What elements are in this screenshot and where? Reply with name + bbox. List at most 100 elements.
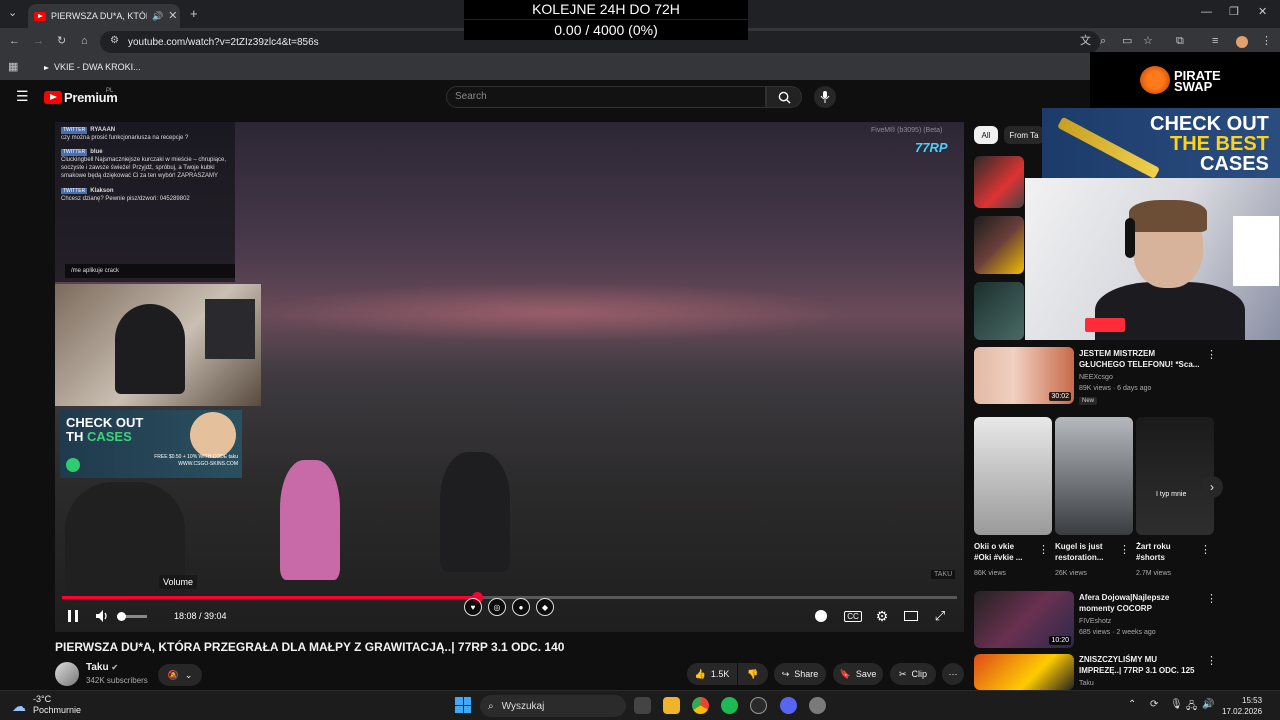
short-menu-icon[interactable]: ⋮ (1038, 543, 1049, 556)
close-window-icon[interactable]: ✕ (1258, 7, 1267, 18)
chapter-brain-icon[interactable]: ◎ (488, 598, 506, 616)
clip-button[interactable]: ✂ Clip (890, 663, 936, 685)
bookmark-item[interactable]: VKIE - DWA KROKI... (54, 62, 141, 72)
system-clock[interactable]: 15:53 17.02.2026 (1222, 695, 1262, 717)
spotify-icon[interactable] (721, 697, 738, 714)
hamburger-menu-icon[interactable]: ☰ (16, 88, 29, 105)
browser-tab[interactable]: PIERWSZA DU*A, KTÓRA PRZE 🔊 ✕ (28, 4, 180, 28)
dislike-button[interactable]: 👎 (738, 663, 768, 685)
region-code: PL (106, 88, 114, 94)
speaker-icon[interactable]: 🔊 (1202, 699, 1214, 710)
chip-from-channel[interactable]: From Ta (1004, 126, 1044, 144)
short-thumbnail[interactable] (974, 417, 1052, 535)
share-button[interactable]: ↪ Share (774, 663, 826, 685)
task-view-icon[interactable] (634, 697, 651, 714)
like-button[interactable]: 👍 1.5K (687, 663, 737, 685)
video-channel[interactable]: FIVEshotz (1079, 617, 1111, 627)
media-control-icon[interactable]: ≡ (1212, 36, 1218, 47)
captions-button[interactable]: CC (843, 604, 863, 628)
short-title[interactable]: Kugel is just restoration... (1055, 541, 1103, 563)
search-button[interactable] (766, 86, 802, 108)
short-thumbnail[interactable]: I typ mnie (1136, 417, 1214, 535)
file-explorer-icon[interactable] (663, 697, 680, 714)
tray-overflow-icon[interactable]: ⌃ (1128, 699, 1136, 710)
forward-icon[interactable]: → (33, 36, 44, 47)
video-channel[interactable]: Taku (1079, 679, 1094, 689)
video-menu-icon[interactable]: ⋮ (1206, 654, 1217, 667)
video-title-link[interactable]: ZNISZCZYLIŚMY MU IMPREZĘ..| 77RP 3.1 ODC.… (1079, 654, 1194, 676)
network-icon[interactable]: 🖧 (1186, 699, 1197, 716)
tab-search-icon[interactable]: ⌄ (8, 8, 17, 19)
chrome-menu-icon[interactable]: ⋮ (1261, 36, 1272, 47)
more-actions-button[interactable]: ⋯ (942, 663, 964, 685)
steam-icon[interactable] (750, 697, 767, 714)
restore-icon[interactable]: ❐ (1229, 7, 1239, 18)
theater-mode-button[interactable] (901, 604, 921, 628)
back-icon[interactable]: ← (9, 36, 20, 47)
video-thumbnail[interactable] (974, 654, 1074, 690)
save-button[interactable]: 🔖 Save (833, 663, 883, 685)
translate-icon[interactable]: 文 (1080, 36, 1091, 47)
short-menu-icon[interactable]: ⋮ (1200, 543, 1211, 556)
tab-audio-icon[interactable]: 🔊 (152, 11, 163, 21)
video-player[interactable]: TWITTER RYAAAN czy można prosić funkcjonar… (55, 122, 964, 632)
apps-grid-icon[interactable]: ▦ (8, 62, 18, 73)
profile-avatar[interactable] (1236, 36, 1248, 48)
voice-search-button[interactable] (814, 86, 836, 108)
mute-button[interactable] (93, 604, 113, 628)
video-thumbnail[interactable]: 10:20 (974, 591, 1074, 648)
new-tab-icon[interactable]: + (190, 7, 198, 20)
minimize-icon[interactable]: — (1201, 7, 1212, 18)
short-thumbnail[interactable] (1055, 417, 1133, 535)
taskbar-search[interactable]: ⌕ Wyszukaj (480, 695, 626, 717)
video-title-link[interactable]: Afera Dojowa|Najlepsze momenty COCORP (1079, 592, 1169, 614)
chapter-flame-icon[interactable]: ◆ (536, 598, 554, 616)
youtube-logo-icon[interactable] (44, 91, 62, 104)
fullscreen-button[interactable]: ⤢ (930, 604, 950, 628)
chrome-icon[interactable] (692, 697, 709, 714)
new-badge: New (1079, 397, 1098, 405)
video-thumbnail[interactable] (974, 216, 1024, 274)
video-thumbnail[interactable] (974, 282, 1024, 340)
progress-bar[interactable] (62, 592, 957, 603)
weather-widget[interactable]: -3°C Pochmurnie (33, 694, 81, 716)
chat-input-line: /me aplikuje crack (65, 264, 235, 278)
weather-cloud-icon[interactable]: ☁ (12, 698, 26, 715)
video-channel[interactable]: NEEXcsgo (1079, 373, 1113, 383)
volume-knob[interactable] (117, 612, 126, 621)
reload-icon[interactable]: ↻ (57, 36, 66, 47)
tray-app-icon[interactable]: ⟳ (1150, 699, 1158, 710)
autoplay-toggle[interactable] (811, 604, 831, 628)
notifications-button[interactable]: 🔕 ⌄ (158, 664, 202, 686)
search-input[interactable]: Search (446, 86, 766, 108)
channel-name[interactable]: Taku ✔ (86, 662, 118, 673)
chapter-drop-icon[interactable]: ● (512, 598, 530, 616)
microphone-tray-icon[interactable]: 🎙 (1170, 699, 1183, 710)
short-menu-icon[interactable]: ⋮ (1119, 543, 1130, 556)
video-title-link[interactable]: JESTEM MISTRZEM GŁUCHEGO TELEFONU! *Sca..… (1079, 348, 1199, 370)
video-thumbnail[interactable]: 30:02 (974, 347, 1074, 404)
cast-icon[interactable]: ▭ (1122, 36, 1132, 47)
short-title[interactable]: Żart roku #shorts (1136, 541, 1171, 563)
volume-slider[interactable] (117, 612, 147, 621)
video-thumbnail[interactable] (974, 156, 1024, 208)
site-info-icon[interactable]: ⚙ (110, 36, 119, 46)
start-button[interactable] (455, 697, 471, 713)
shorts-next-button[interactable]: › (1201, 476, 1223, 498)
bookmark-star-icon[interactable]: ☆ (1143, 36, 1153, 47)
video-menu-icon[interactable]: ⋮ (1206, 348, 1217, 361)
extensions-icon[interactable]: ⧉ (1176, 36, 1184, 47)
url-text: youtube.com/watch?v=2tZIz39zlc4&t=856s (128, 36, 319, 48)
zoom-icon[interactable]: ⌕ (1100, 36, 1106, 47)
home-icon[interactable]: ⌂ (81, 36, 88, 47)
settings-button[interactable]: ⚙ (872, 604, 892, 628)
settings-app-icon[interactable] (809, 697, 826, 714)
chip-all[interactable]: All (974, 126, 998, 144)
pause-button[interactable] (63, 604, 83, 628)
chapter-heart-icon[interactable]: ♥ (464, 598, 482, 616)
channel-avatar[interactable] (55, 662, 79, 686)
tab-close-icon[interactable]: ✕ (168, 10, 177, 22)
short-title[interactable]: Okii o vkie #Oki #vkie ... (974, 541, 1022, 563)
discord-icon[interactable] (780, 697, 797, 714)
video-menu-icon[interactable]: ⋮ (1206, 592, 1217, 605)
